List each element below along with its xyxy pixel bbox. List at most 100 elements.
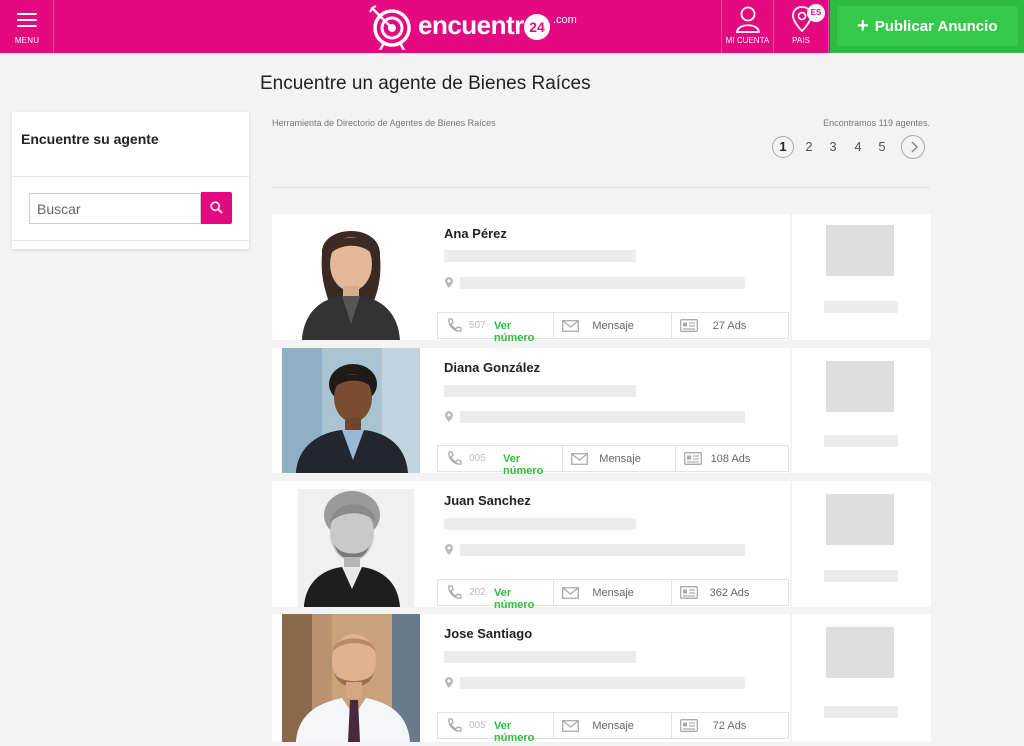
placeholder-bar [824,570,898,582]
page-3[interactable]: 3 [822,136,844,158]
location-pin-icon [445,544,453,555]
page-title: Encuentre un agente de Bienes Raíces [260,73,591,94]
placeholder-bar [460,411,745,423]
ads-count: 72 Ads [712,720,747,732]
agent-card: Diana González 005 Ver número Mensaje 10… [272,348,931,477]
menu-button[interactable]: MENU [0,0,54,53]
placeholder-bar [444,250,636,262]
agent-actions: 507 Ver número Mensaje 27 Ads [437,312,789,344]
search-button[interactable] [201,192,232,224]
view-phone-button[interactable]: 005 Ver número [438,446,564,477]
agent-photo[interactable] [282,481,420,607]
agent-name[interactable]: Juan Sanchez [444,493,531,508]
account-button[interactable]: MI CUENTA [721,0,773,53]
placeholder-bar [460,677,745,689]
phone-icon [448,451,462,465]
ads-button[interactable]: 27 Ads [672,313,788,338]
plus-icon: + [857,15,869,37]
location-pin-icon [445,677,453,688]
phone-icon [448,318,462,332]
agent-card: Ana Pérez 507 Ver número Mensaje 27 Ads [272,214,931,344]
site-logo[interactable]: encuentra 24 .com [366,2,596,50]
placeholder-bar [824,706,898,718]
user-icon [736,6,760,33]
agent-photo[interactable] [282,348,420,473]
ads-button[interactable]: 72 Ads [672,713,788,738]
search-input[interactable] [29,193,201,224]
page-5[interactable]: 5 [871,136,893,158]
agent-photo[interactable] [282,214,420,340]
envelope-icon [562,320,580,332]
agent-photo-image [282,348,420,473]
logo-number: 24 [524,14,550,40]
placeholder-bar [460,544,745,556]
publish-ad-label: Publicar Anuncio [874,18,998,35]
agent-actions: 202 Ver número Mensaje 362 Ads [437,579,789,611]
divider [12,240,249,241]
view-phone-button[interactable]: 507 Ver número [438,313,555,344]
panel-title: Encuentre su agente [21,131,159,147]
agent-featured-panel [790,481,931,607]
agent-name[interactable]: Jose Santiago [444,626,532,641]
view-phone-button[interactable]: 005 Ver número [438,713,555,744]
logo-suffix: .com [553,14,577,26]
message-label: Mensaje [592,720,634,732]
menu-label: MENU [14,36,40,45]
section-divider [272,187,930,188]
agent-search-panel: Encuentre su agente [12,112,249,249]
publish-ad-button[interactable]: + Publicar Anuncio [830,0,1024,53]
view-number-label: Ver número [494,720,535,744]
id-card-icon [679,586,698,599]
agent-actions: 005 Ver número Mensaje 108 Ads [437,445,789,477]
image-placeholder [826,225,894,276]
agent-featured-panel [790,348,931,473]
placeholder-bar [444,651,636,663]
ads-count: 27 Ads [712,320,747,332]
next-page-button[interactable] [901,135,925,159]
agent-photo-image [282,614,420,742]
breadcrumb[interactable]: Herramienta de Directorio de Agentes de … [272,118,496,128]
ads-button[interactable]: 108 Ads [676,446,788,471]
phone-prefix: 005 [469,720,486,731]
message-button[interactable]: Mensaje [563,446,676,471]
placeholder-bar [460,277,745,289]
divider [12,176,249,177]
id-card-icon [679,719,698,732]
view-phone-button[interactable]: 202 Ver número [438,580,555,611]
agent-name[interactable]: Diana González [444,360,540,375]
country-code-badge: ES [807,4,825,22]
results-count: Encontramos 119 agentes. [823,118,930,128]
agent-photo-image [282,214,420,340]
page-2[interactable]: 2 [798,136,820,158]
country-label: PAIS [792,36,810,45]
view-number-label: Ver número [503,453,544,477]
page-1[interactable]: 1 [772,136,794,158]
phone-icon [448,718,462,732]
image-placeholder [826,494,894,545]
envelope-icon [562,587,580,599]
image-placeholder [826,627,894,678]
message-button[interactable]: Mensaje [554,580,672,605]
ads-button[interactable]: 362 Ads [672,580,788,605]
message-button[interactable]: Mensaje [554,313,672,338]
envelope-icon [571,453,589,465]
agent-photo[interactable] [282,614,420,742]
message-label: Mensaje [592,320,634,332]
phone-prefix: 202 [469,587,486,598]
envelope-icon [562,720,580,732]
page-4[interactable]: 4 [847,136,869,158]
agent-photo-image [282,481,420,607]
message-button[interactable]: Mensaje [554,713,672,738]
placeholder-bar [444,518,636,530]
ads-count: 108 Ads [710,453,751,465]
phone-prefix: 507 [469,320,486,331]
top-header: MENU encuentra 24 .com MI CUENTA ES PAIS [0,0,1024,53]
publish-ad-inner: + Publicar Anuncio [837,6,1018,46]
search-icon [210,201,223,214]
agent-featured-panel [790,214,931,340]
agent-name[interactable]: Ana Pérez [444,226,507,241]
country-button[interactable]: ES PAIS [773,0,829,53]
view-number-label: Ver número [494,320,535,344]
placeholder-bar [824,435,898,447]
message-label: Mensaje [592,587,634,599]
